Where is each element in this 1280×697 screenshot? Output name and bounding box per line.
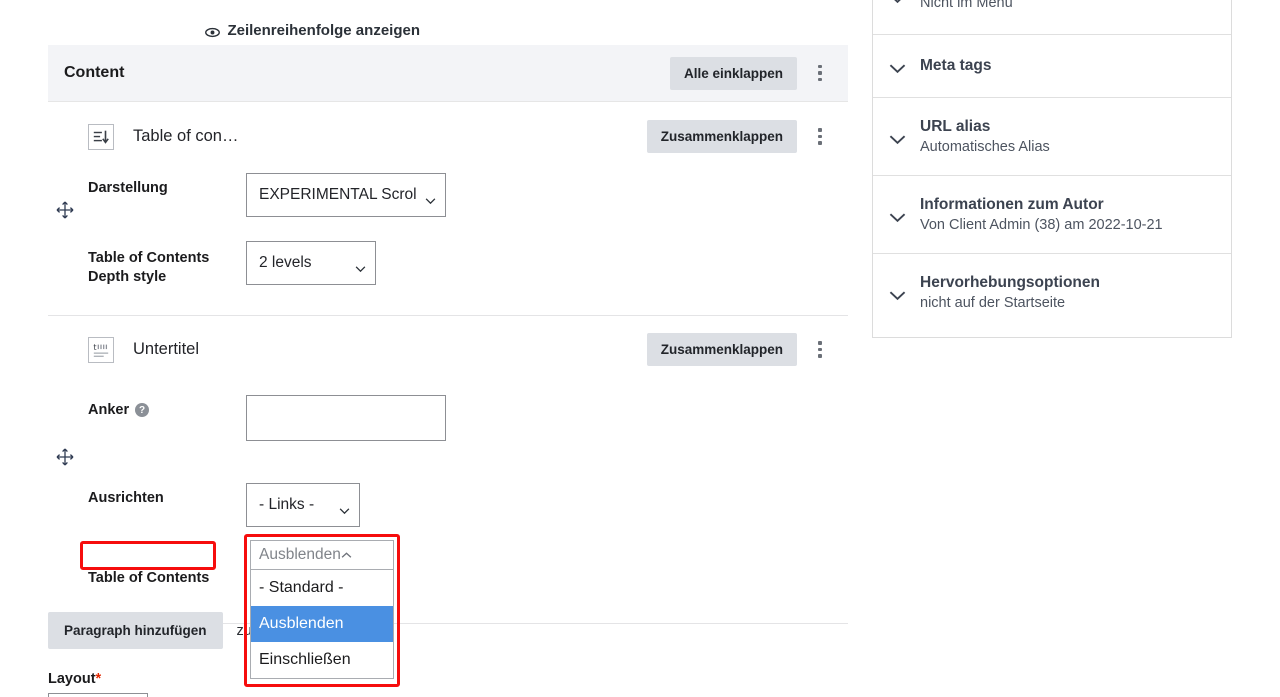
darstellung-select-value: EXPERIMENTAL Scrol xyxy=(259,186,417,203)
sidebar-item-author-info[interactable]: Informationen zum Autor Von Client Admin… xyxy=(873,176,1231,254)
table-of-contents-select-open[interactable]: Ausblenden - Standard - Ausblenden Einsc… xyxy=(250,540,394,679)
eye-icon xyxy=(205,25,221,38)
chevron-down-icon xyxy=(889,210,906,222)
field-label-anker-text: Anker xyxy=(88,402,130,418)
collapse-paragraph-button[interactable]: Zusammenklappen xyxy=(646,333,797,366)
sidebar-item-title: URL alias xyxy=(920,118,991,135)
subtitle-icon: t xyxy=(88,336,114,363)
sidebar-item-meta-tags[interactable]: Meta tags xyxy=(873,35,1231,98)
sidebar-item-texts: Meta tags xyxy=(920,57,992,75)
show-row-order-link[interactable]: Zeilenreihenfolge anzeigen xyxy=(205,22,420,39)
chevron-down-icon xyxy=(889,61,906,74)
paragraph-untertitel: t Untertitel Zusammenklappen Anker ? Aus… xyxy=(48,316,848,603)
layout-input[interactable] xyxy=(48,693,148,697)
table-of-contents-option-list[interactable]: - Standard - Ausblenden Einschließen xyxy=(250,570,394,679)
show-row-order-label: Zeilenreihenfolge anzeigen xyxy=(227,22,420,39)
field-label-darstellung: Darstellung xyxy=(88,180,168,196)
option-standard[interactable]: - Standard - xyxy=(251,570,393,606)
sidebar-item-texts: URL alias Automatisches Alias xyxy=(920,118,1050,155)
sidebar-item-subtitle: Nicht im Menü xyxy=(920,0,1013,11)
toc-depth-style-value: 2 levels xyxy=(259,254,312,271)
field-toc-depth-style: Table of Contents Depth style 2 levels xyxy=(48,241,848,315)
darstellung-select[interactable]: EXPERIMENTAL Scrol xyxy=(246,173,446,217)
drag-handle-toc[interactable] xyxy=(56,201,74,219)
field-darstellung: Darstellung EXPERIMENTAL Scrol xyxy=(48,173,848,217)
chevron-down-icon xyxy=(425,192,436,205)
paragraph-header: Table of con… Zusammenklappen xyxy=(48,102,848,169)
sidebar-item-subtitle: nicht auf der Startseite xyxy=(920,295,1066,311)
chevron-up-icon xyxy=(341,546,385,564)
table-of-contents-select-value: Ausblenden xyxy=(259,546,341,563)
sidebar-item-title: Meta tags xyxy=(920,57,992,74)
chevron-down-icon xyxy=(889,132,906,144)
main-content-column: Zeilenreihenfolge anzeigen Content Alle … xyxy=(0,0,860,697)
toc-depth-style-select[interactable]: 2 levels xyxy=(246,241,376,285)
field-table-of-contents: Table of Contents xyxy=(48,567,848,603)
field-ausrichten: Ausrichten - Links - xyxy=(48,483,848,567)
sidebar-item-texts: Informationen zum Autor Von Client Admin… xyxy=(920,196,1163,233)
content-panel-header: Content Alle einklappen xyxy=(48,45,848,102)
field-label-toc-depth-style: Table of Contents Depth style xyxy=(88,250,210,285)
table-of-contents-icon xyxy=(88,123,114,150)
field-label-anker: Anker ? xyxy=(88,395,246,420)
required-marker: * xyxy=(95,671,102,687)
field-label-ausrichten: Ausrichten xyxy=(88,490,164,506)
help-circle-icon[interactable]: ? xyxy=(135,403,150,417)
option-ausblenden[interactable]: Ausblenden xyxy=(251,606,393,642)
field-label-table-of-contents: Table of Contents xyxy=(88,570,210,586)
paragraph-label: Untertitel xyxy=(133,340,200,358)
paragraph-label: Table of con… xyxy=(133,127,239,145)
panel-kebab-menu-icon[interactable] xyxy=(806,59,834,87)
chevron-down-icon xyxy=(889,288,906,300)
add-paragraph-row: Paragraph hinzufügen zu xyxy=(48,612,252,649)
collapse-paragraph-button[interactable]: Zusammenklappen xyxy=(646,120,797,153)
layout-label: Layout* xyxy=(48,671,148,687)
table-of-contents-select-trigger[interactable]: Ausblenden xyxy=(250,540,394,570)
content-panel: Content Alle einklappen Table of con… Zu… xyxy=(48,45,848,624)
anker-input[interactable] xyxy=(246,395,446,441)
chevron-down-icon xyxy=(355,260,366,273)
ausrichten-select[interactable]: - Links - xyxy=(246,483,360,527)
paragraph-kebab-menu-icon[interactable] xyxy=(806,123,834,151)
sidebar-item-url-alias[interactable]: URL alias Automatisches Alias xyxy=(873,98,1231,176)
sidebar-item-texts: Hervorhebungsoptionen nicht auf der Star… xyxy=(920,274,1100,311)
sidebar-item-promotion-options[interactable]: Hervorhebungsoptionen nicht auf der Star… xyxy=(873,254,1231,337)
sidebar-item-title: Informationen zum Autor xyxy=(920,196,1104,213)
chevron-down-icon xyxy=(339,502,350,515)
collapse-all-button[interactable]: Alle einklappen xyxy=(669,56,797,90)
field-anker: Anker ? xyxy=(48,395,848,441)
sidebar-item-subtitle: Automatisches Alias xyxy=(920,139,1050,155)
sidebar-item-title: Hervorhebungsoptionen xyxy=(920,274,1100,291)
option-einschliessen[interactable]: Einschließen xyxy=(251,642,393,678)
sidebar-item-subtitle: Von Client Admin (38) am 2022-10-21 xyxy=(920,217,1163,233)
layout-field: Layout* xyxy=(48,671,148,697)
paragraph-kebab-menu-icon[interactable] xyxy=(806,336,834,364)
svg-text:t: t xyxy=(93,342,96,352)
paragraph-table-of-contents: Table of con… Zusammenklappen Darstellun… xyxy=(48,102,848,315)
paragraph-header: t Untertitel Zusammenklappen xyxy=(48,316,848,382)
chevron-down-icon xyxy=(889,0,906,4)
ausrichten-select-value: - Links - xyxy=(259,496,315,513)
sidebar-item-texts: Nicht im Menü xyxy=(920,0,1013,11)
drag-handle-untertitel[interactable] xyxy=(56,448,74,466)
add-paragraph-button[interactable]: Paragraph hinzufügen xyxy=(48,612,223,649)
right-sidebar: Nicht im Menü Meta tags URL alias Automa… xyxy=(872,0,1232,338)
layout-label-text: Layout xyxy=(48,671,96,687)
content-panel-title: Content xyxy=(64,64,125,81)
page-root: Zeilenreihenfolge anzeigen Content Alle … xyxy=(0,0,1280,697)
sidebar-item-menu-settings[interactable]: Nicht im Menü xyxy=(873,0,1231,35)
